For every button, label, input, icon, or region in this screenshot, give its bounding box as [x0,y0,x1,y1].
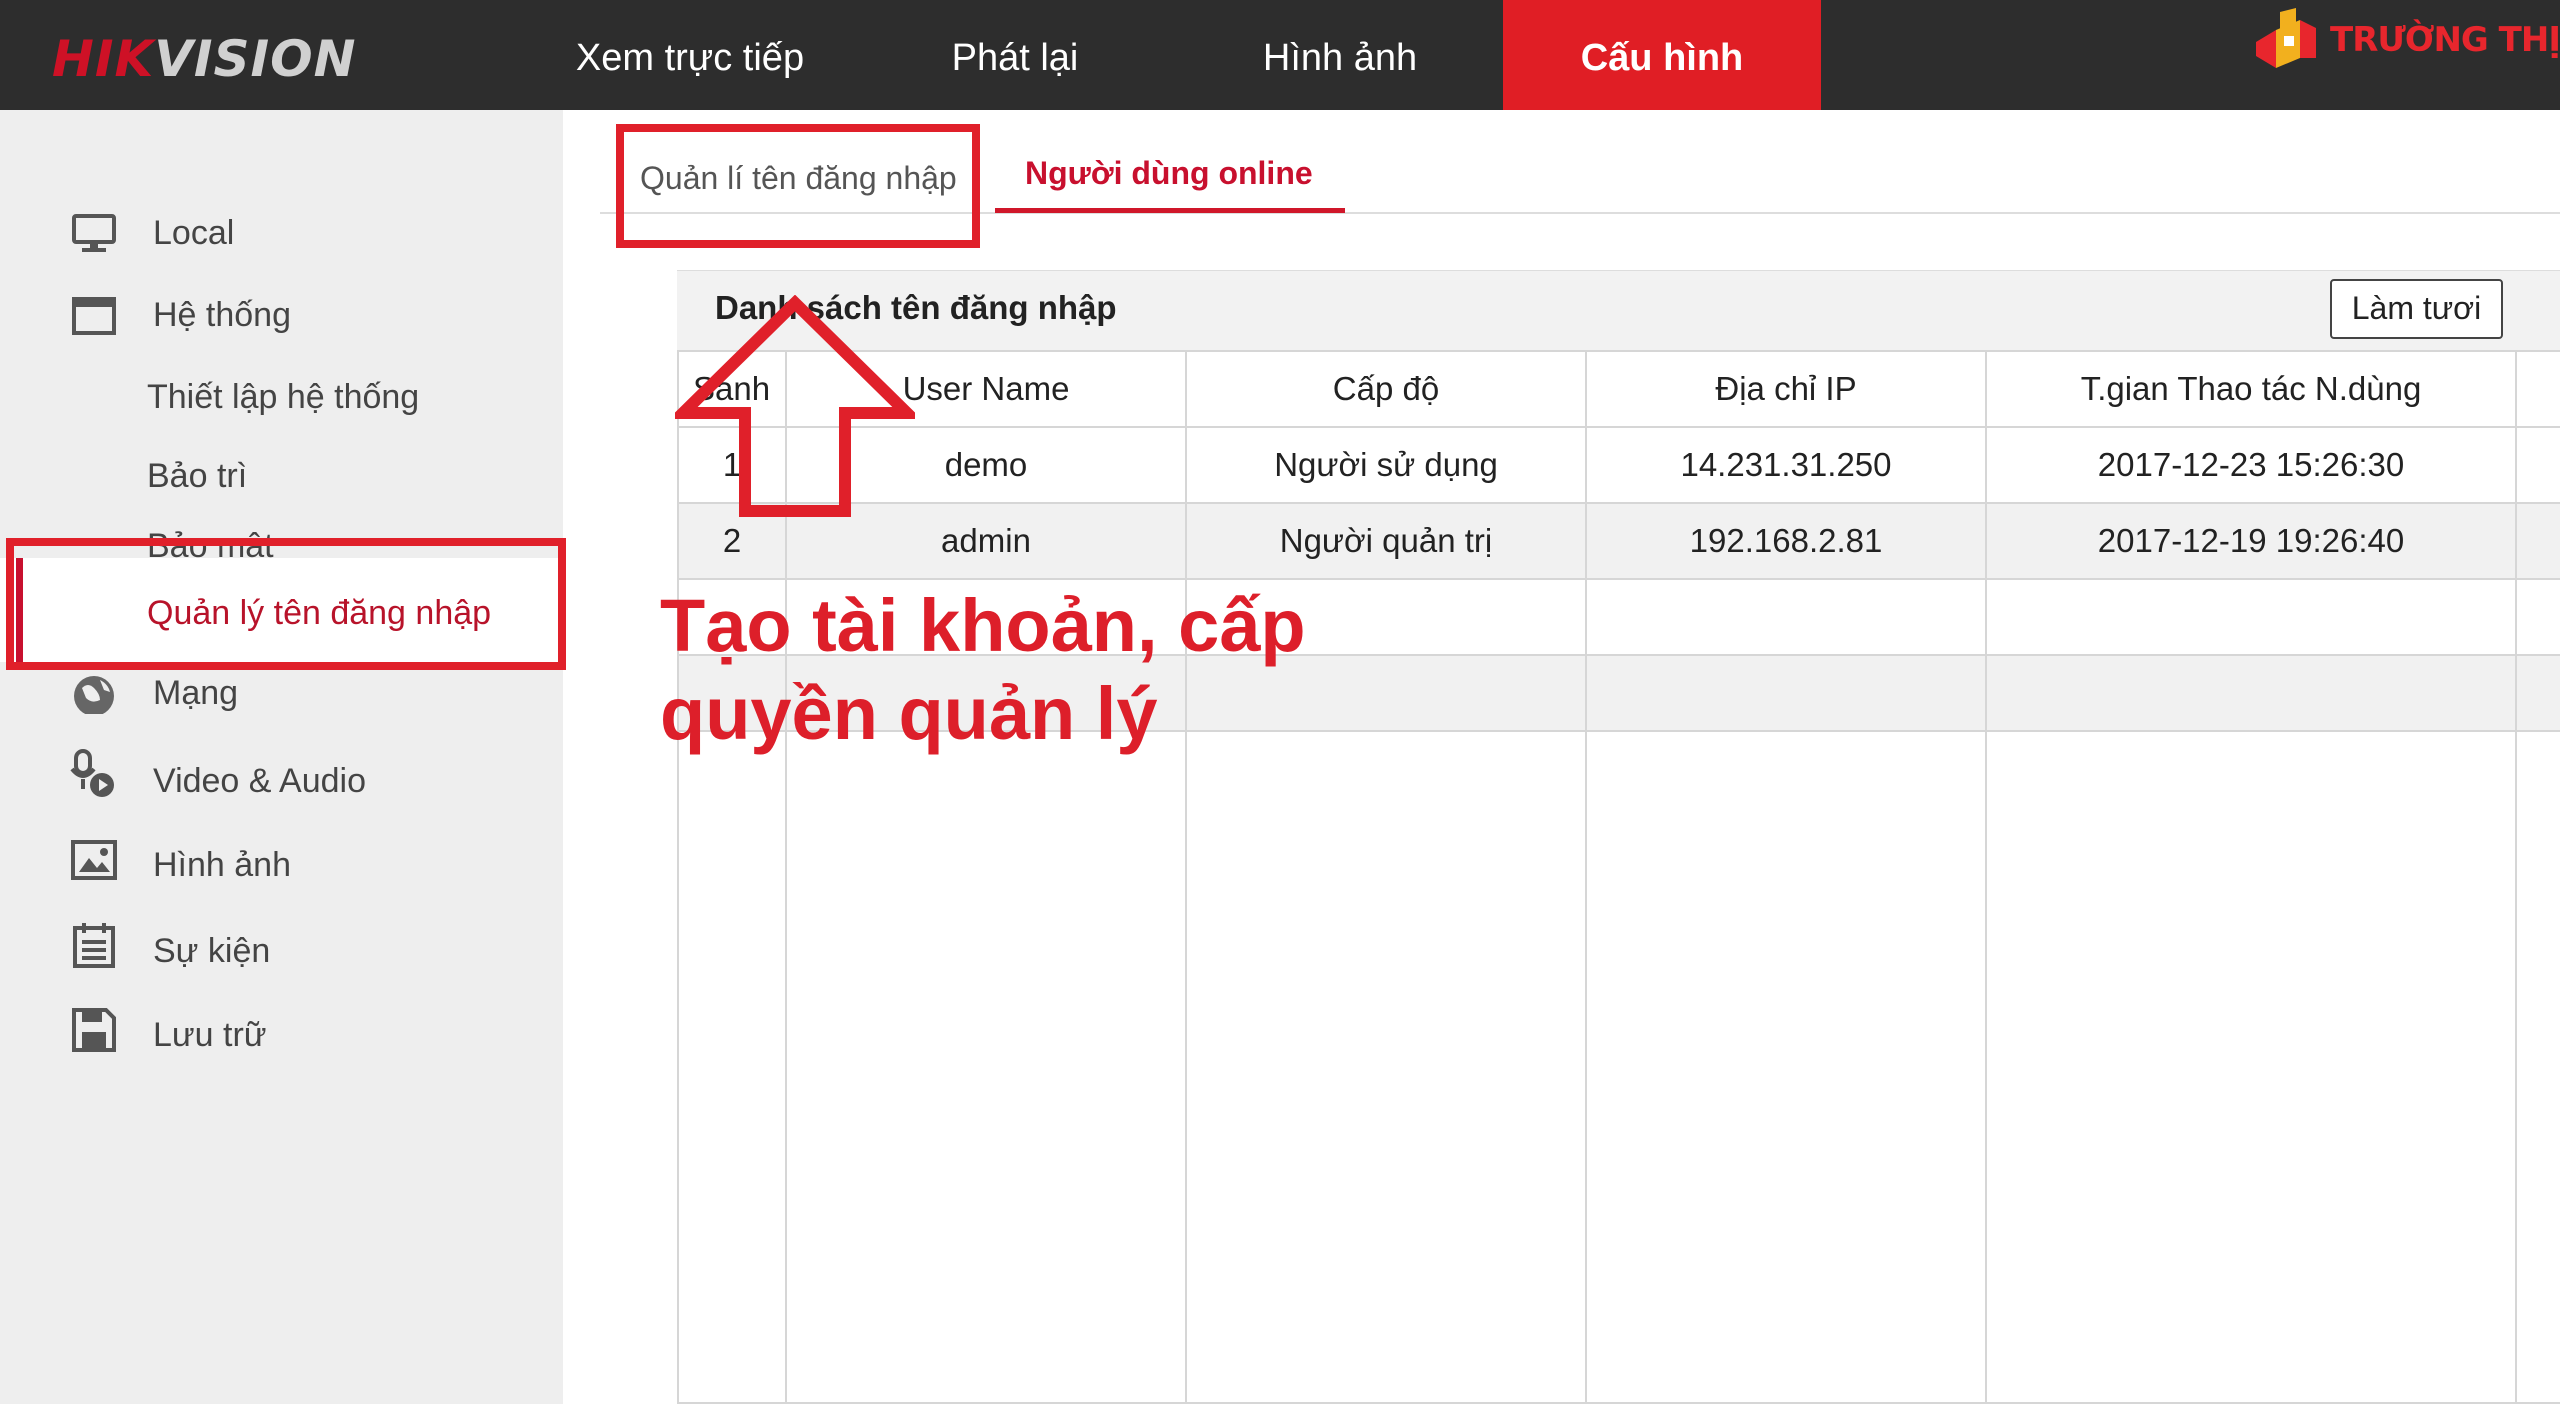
column-header-extra [2515,350,2560,428]
up-arrow-annotation-icon [675,295,915,517]
save-disk-icon [72,1008,116,1052]
globe-icon [74,676,114,714]
sidebar-item-label: Local [153,214,235,252]
brand-logo-icon [2256,8,2316,68]
refresh-button[interactable]: Làm tươi [2330,279,2503,339]
top-navigation-bar: HIKVISION Xem trực tiếp Phát lại Hình ản… [0,0,2560,110]
sidebar-item-label: Thiết lập hệ thống [147,378,420,416]
nav-playback[interactable]: Phát lại [900,0,1130,110]
window-icon [72,297,116,335]
highlight-box-sidebar-item [6,538,566,670]
annotation-line-1: Tạo tài khoản, cấp [660,584,1306,667]
column-header-level[interactable]: Cấp độ [1185,350,1587,428]
sidebar-item-system[interactable]: Hệ thống [0,286,563,346]
cell-extra [2515,426,2560,504]
sidebar-item-local[interactable]: Local [0,204,563,264]
nav-configuration[interactable]: Cấu hình [1503,0,1821,110]
monitor-icon [72,214,116,252]
truong-thinh-brand: TRƯỜNG THỊNH [2250,8,2560,78]
cell-extra [2515,502,2560,580]
sidebar-item-system-settings[interactable]: Thiết lập hệ thống [0,368,563,428]
cell-operation-time: 2017-12-23 15:26:30 [1985,426,2517,504]
sidebar-item-maintenance[interactable]: Bảo trì [0,447,563,507]
sidebar-item-storage[interactable]: Lưu trữ [0,998,563,1058]
sidebar-item-label: Hệ thống [153,296,291,334]
microphone-camera-icon [70,749,114,797]
sidebar-item-label: Sự kiện [153,932,271,970]
sidebar-item-image[interactable]: Hình ảnh [0,830,563,890]
sidebar-item-label: Lưu trữ [153,1016,267,1054]
highlight-box-tab [616,124,980,248]
user-list-panel-header: Danh sách tên đăng nhập Làm tươi [677,270,2560,350]
brand-text: TRƯỜNG THỊNH [2330,20,2560,60]
table-row[interactable]: 2 admin Người quản trị 192.168.2.81 2017… [677,502,2560,580]
active-tab-underline [995,208,1345,213]
cell-ip: 14.231.31.250 [1585,426,1987,504]
nav-picture[interactable]: Hình ảnh [1200,0,1480,110]
sidebar-item-label: Mạng [153,674,239,712]
table-empty-area [677,730,2560,1404]
calendar-list-icon [73,923,115,968]
tab-online-users[interactable]: Người dùng online [1025,155,1313,192]
logo-text-main: HIK [52,30,155,88]
logo-text-rest: VISION [154,30,357,88]
user-list-table: Sanh User Name Cấp độ Địa chỉ IP T.gian … [677,350,2560,1404]
cell-ip: 192.168.2.81 [1585,502,1987,580]
hikvision-logo: HIKVISION [52,30,356,88]
table-row[interactable]: 1 demo Người sử dụng 14.231.31.250 2017-… [677,426,2560,504]
cell-level: Người quản trị [1185,502,1587,580]
column-header-ip[interactable]: Địa chỉ IP [1585,350,1987,428]
sidebar-item-label: Video & Audio [153,762,366,800]
sidebar-item-label: Hình ảnh [153,846,291,884]
image-icon [71,840,117,880]
column-header-operation-time[interactable]: T.gian Thao tác N.dùng [1985,350,2517,428]
sidebar: Local Hệ thống Thiết lập hệ thống Bảo tr… [0,110,563,1404]
nav-live-view[interactable]: Xem trực tiếp [540,0,840,110]
sidebar-item-network[interactable]: Mạng [0,662,563,722]
cell-operation-time: 2017-12-19 19:26:40 [1985,502,2517,580]
cell-level: Người sử dụng [1185,426,1587,504]
annotation-text: Tạo tài khoản, cấp quyền quản lý [660,582,1306,758]
sidebar-item-video-audio[interactable]: Video & Audio [0,746,563,806]
table-header-row: Sanh User Name Cấp độ Địa chỉ IP T.gian … [677,350,2560,428]
sidebar-item-events[interactable]: Sự kiện [0,914,563,974]
annotation-line-2: quyền quản lý [660,672,1158,755]
sidebar-item-label: Bảo trì [147,457,248,495]
